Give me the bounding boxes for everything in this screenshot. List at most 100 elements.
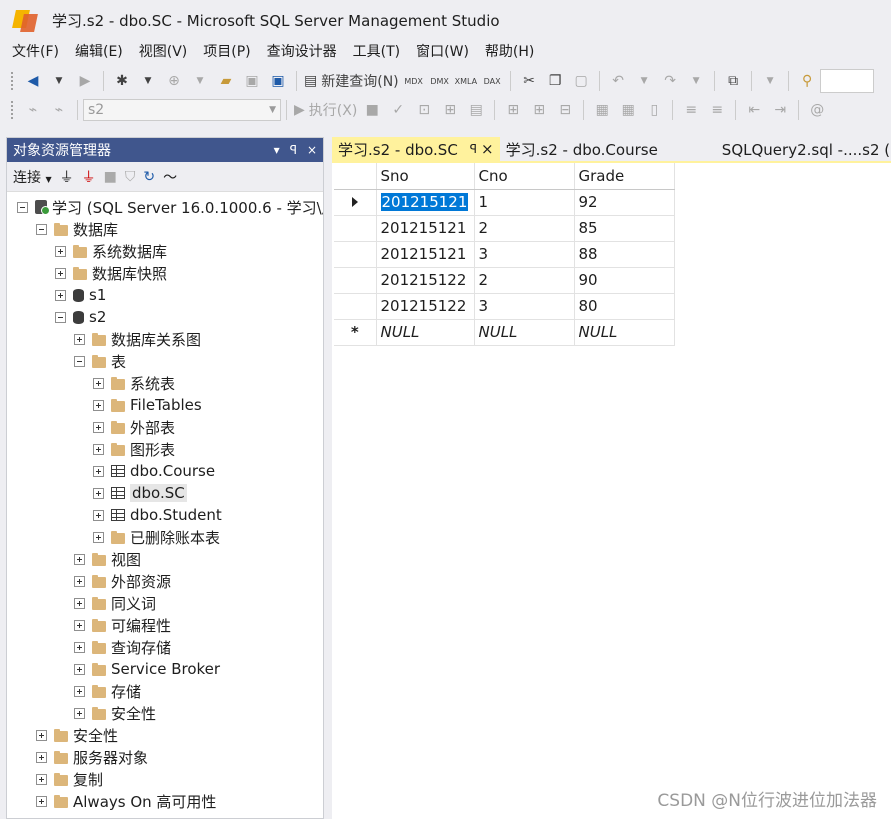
dropdown-icon[interactable]: ▼ <box>685 70 707 92</box>
tab-dbo-sc[interactable]: 学习.s2 - dbo.SC ꟼ × <box>332 137 500 161</box>
expand-icon[interactable] <box>93 421 104 433</box>
row-header[interactable] <box>334 267 377 294</box>
cell-sno[interactable]: NULL <box>376 319 475 346</box>
cell-grade[interactable]: 80 <box>574 293 675 320</box>
collapse-icon[interactable] <box>17 201 28 213</box>
dropdown-icon[interactable]: ▼ <box>633 70 655 92</box>
tree-node[interactable]: 复制 <box>36 768 103 790</box>
table-row[interactable]: 201215121 2 85 <box>334 215 675 242</box>
pin-icon[interactable]: ꟼ <box>470 142 477 156</box>
collapse-icon[interactable] <box>55 311 66 323</box>
uncomment-icon[interactable]: ≡ <box>706 99 728 121</box>
expand-icon[interactable] <box>93 487 104 499</box>
collapse-icon[interactable] <box>74 355 85 367</box>
tree-node[interactable]: s2 <box>55 306 106 328</box>
expand-icon[interactable] <box>93 377 104 389</box>
toolbar-grip[interactable] <box>10 100 14 120</box>
expand-icon[interactable] <box>74 663 85 675</box>
tree-node[interactable]: 查询存储 <box>74 636 171 658</box>
row-header[interactable] <box>334 241 377 268</box>
cell-grade[interactable]: 90 <box>574 267 675 294</box>
database-select[interactable]: s2 ▼ <box>83 99 281 121</box>
undo-icon[interactable]: ↶ <box>607 70 629 92</box>
mdx-query-icon[interactable]: MDX <box>403 70 425 92</box>
connect-button[interactable]: 连接 ▼ <box>13 167 52 187</box>
tree-node[interactable]: 视图 <box>74 548 141 570</box>
expand-icon[interactable] <box>36 751 47 763</box>
column-header-grade[interactable]: Grade <box>574 163 675 190</box>
xmla-query-icon[interactable]: XMLA <box>455 70 478 92</box>
dropdown-icon[interactable]: ▼ <box>759 70 781 92</box>
close-icon[interactable]: × <box>481 140 494 158</box>
dropdown-icon[interactable]: ▼ <box>137 70 159 92</box>
cell-sno[interactable]: 201215121 <box>376 215 475 242</box>
dmx-query-icon[interactable]: DMX <box>429 70 451 92</box>
cell-sno[interactable]: 201215122 <box>376 267 475 294</box>
menu-help[interactable]: 帮助(H) <box>477 40 542 64</box>
expand-icon[interactable] <box>74 333 85 345</box>
dropdown-icon[interactable]: ▼ <box>48 70 70 92</box>
cell-sno[interactable]: 201215122 <box>376 293 475 320</box>
refresh-icon[interactable]: ↻ <box>143 169 155 185</box>
expand-icon[interactable] <box>74 553 85 565</box>
activity-monitor-icon[interactable]: ⧉ <box>722 70 744 92</box>
new-row[interactable]: * NULL NULL NULL <box>334 319 675 346</box>
collapse-icon[interactable] <box>36 223 47 235</box>
estimated-plan-icon[interactable]: ⊞ <box>439 99 461 121</box>
table-row[interactable]: 201215122 2 90 <box>334 267 675 294</box>
cell-grade[interactable]: 88 <box>574 241 675 268</box>
cell-cno[interactable]: 2 <box>474 215 575 242</box>
tree-node[interactable]: dbo.Course <box>93 460 215 482</box>
expand-icon[interactable] <box>93 465 104 477</box>
cell-cno[interactable]: 3 <box>474 241 575 268</box>
tree-node[interactable]: 外部资源 <box>74 570 171 592</box>
expand-icon[interactable] <box>74 685 85 697</box>
redo-icon[interactable]: ↷ <box>659 70 681 92</box>
expand-icon[interactable] <box>93 399 104 411</box>
expand-icon[interactable] <box>55 267 66 279</box>
activity-monitor-icon[interactable]: 〜 <box>163 167 177 187</box>
expand-icon[interactable] <box>36 795 47 807</box>
cell-cno[interactable]: NULL <box>474 319 575 346</box>
tree-node[interactable]: FileTables <box>93 394 202 416</box>
tab-sqlquery2[interactable]: SQLQuery2.sql -....s2 (学 <box>716 137 891 161</box>
cell-grade[interactable]: NULL <box>574 319 675 346</box>
tree-node[interactable]: 系统数据库 <box>55 240 167 262</box>
expand-icon[interactable] <box>74 641 85 653</box>
filter-icon[interactable]: ⛉ <box>125 169 136 185</box>
save-icon[interactable]: ▣ <box>241 70 263 92</box>
tab-dbo-course[interactable]: 学习.s2 - dbo.Course <box>500 137 664 161</box>
tree-node[interactable]: 数据库关系图 <box>74 328 201 350</box>
tree-node[interactable]: 图形表 <box>93 438 175 460</box>
query-options-icon[interactable]: ▤ <box>465 99 487 121</box>
disconnect-icon[interactable]: ⏚ <box>82 167 96 187</box>
cut-icon[interactable]: ✂ <box>518 70 540 92</box>
tree-node[interactable]: 数据库 <box>36 218 118 240</box>
stop-icon[interactable]: ■ <box>104 169 117 185</box>
cell-cno[interactable]: 2 <box>474 267 575 294</box>
new-project-icon[interactable]: ✱ <box>111 70 133 92</box>
cell-sno[interactable]: 201215121 <box>376 189 475 216</box>
find-icon[interactable]: ⚲ <box>796 70 818 92</box>
forward-icon[interactable]: ▶ <box>74 70 96 92</box>
parse-check-icon[interactable]: ✓ <box>387 99 409 121</box>
debug-icon[interactable]: ⊡ <box>413 99 435 121</box>
tree-node[interactable]: 安全性 <box>36 724 118 746</box>
expand-icon[interactable] <box>74 619 85 631</box>
decrease-indent-icon[interactable]: ⇤ <box>743 99 765 121</box>
expand-icon[interactable] <box>36 729 47 741</box>
expand-icon[interactable] <box>74 575 85 587</box>
row-header[interactable] <box>334 293 377 320</box>
connect-icon[interactable]: ⌁ <box>22 99 44 121</box>
expand-icon[interactable] <box>55 289 66 301</box>
tree-node[interactable]: dbo.Student <box>93 504 222 526</box>
table-row[interactable]: 201215121 3 88 <box>334 241 675 268</box>
results-to-file-icon[interactable]: ▯ <box>643 99 665 121</box>
expand-icon[interactable] <box>93 531 104 543</box>
tree-node[interactable]: 系统表 <box>93 372 175 394</box>
include-plan-icon[interactable]: ⊞ <box>502 99 524 121</box>
search-input[interactable] <box>820 69 875 93</box>
results-to-grid-icon[interactable]: ▦ <box>617 99 639 121</box>
expand-icon[interactable] <box>74 597 85 609</box>
cell-sno[interactable]: 201215121 <box>376 241 475 268</box>
